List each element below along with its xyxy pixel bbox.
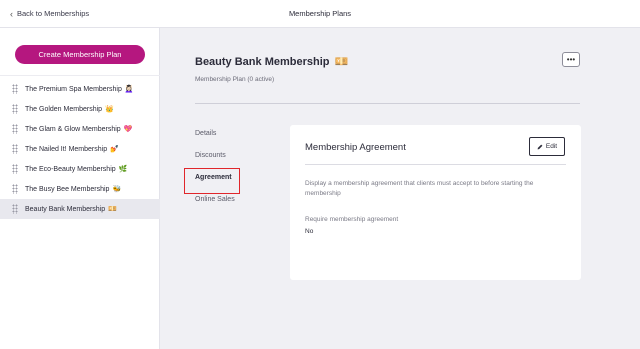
sidebar-plan-item[interactable]: The Nailed It! Membership 💅 <box>0 139 160 159</box>
sidebar-plan-item[interactable]: Beauty Bank Membership 💴 <box>0 199 160 219</box>
plan-item-emoji: 🌿 <box>118 166 128 173</box>
drag-handle-icon[interactable] <box>12 184 18 194</box>
nav-agreement[interactable]: Agreement <box>195 174 232 181</box>
plan-emoji: 💴 <box>334 56 349 68</box>
plan-item-label: The Nailed It! Membership <box>25 145 108 153</box>
plan-name: Beauty Bank Membership <box>195 55 330 68</box>
top-bar: ‹ Back to Memberships Membership Plans <box>0 0 640 28</box>
highlight-box <box>184 168 240 194</box>
drag-handle-icon[interactable] <box>12 104 18 114</box>
nav-online-sales[interactable]: Online Sales <box>195 196 235 203</box>
membership-plan-list: The Premium Spa Membership 💆🏻‍♀️ The Golde… <box>0 79 160 219</box>
require-agreement-label: Require membership agreement <box>305 216 399 223</box>
card-divider <box>305 164 566 165</box>
edit-button[interactable]: Edit <box>529 137 565 156</box>
sidebar-plan-item[interactable]: The Premium Spa Membership 💆🏻‍♀️ <box>0 79 160 99</box>
create-membership-plan-button[interactable]: Create Membership Plan <box>15 45 145 64</box>
page-title: Membership Plans <box>288 9 352 18</box>
plan-item-emoji: 👑 <box>105 106 114 113</box>
card-title: Membership Agreement <box>305 142 406 153</box>
plan-item-label: The Eco-Beauty Membership <box>25 165 116 173</box>
drag-handle-icon[interactable] <box>12 144 18 154</box>
drag-handle-icon[interactable] <box>12 164 18 174</box>
plan-item-emoji: 💴 <box>108 206 117 213</box>
sidebar-plan-item[interactable]: The Glam & Glow Membership 💖 <box>0 119 160 139</box>
require-agreement-value: No <box>305 228 314 235</box>
sidebar: Create Membership Plan The Premium Spa M… <box>0 28 160 349</box>
header-divider <box>195 103 580 104</box>
more-options-button[interactable]: ••• <box>562 52 580 67</box>
agreement-description: Display a membership agreement that clie… <box>305 180 534 197</box>
plan-item-emoji: 🐝 <box>112 186 122 193</box>
plan-heading: Beauty Bank Membership 💴 <box>195 55 349 69</box>
sidebar-plan-item[interactable]: The Golden Membership 👑 <box>0 99 160 119</box>
drag-handle-icon[interactable] <box>12 124 18 134</box>
nav-details[interactable]: Details <box>195 130 216 137</box>
membership-agreement-card: Membership Agreement Edit Display a memb… <box>290 125 581 280</box>
ellipsis-icon: ••• <box>566 54 576 64</box>
drag-handle-icon[interactable] <box>12 204 18 214</box>
sidebar-divider <box>0 75 160 76</box>
drag-handle-icon[interactable] <box>12 84 18 94</box>
plan-item-emoji: 💆🏻‍♀️ <box>124 86 134 93</box>
plan-item-label: The Glam & Glow Membership <box>25 125 121 133</box>
sidebar-plan-item[interactable]: The Busy Bee Membership 🐝 <box>0 179 160 199</box>
nav-discounts[interactable]: Discounts <box>195 152 226 159</box>
plan-item-label: The Premium Spa Membership <box>25 85 122 93</box>
plan-item-label: The Golden Membership <box>25 105 103 113</box>
main-content: Beauty Bank Membership 💴 Membership Plan… <box>160 28 640 349</box>
plan-item-emoji: 💅 <box>110 146 119 153</box>
edit-label: Edit <box>545 143 558 150</box>
plan-subtitle: Membership Plan (0 active) <box>195 76 275 83</box>
plan-item-label: Beauty Bank Membership <box>25 205 106 213</box>
plan-item-emoji: 💖 <box>123 126 133 133</box>
pencil-icon <box>537 144 543 149</box>
plan-item-label: The Busy Bee Membership <box>25 185 110 193</box>
sidebar-plan-item[interactable]: The Eco-Beauty Membership 🌿 <box>0 159 160 179</box>
